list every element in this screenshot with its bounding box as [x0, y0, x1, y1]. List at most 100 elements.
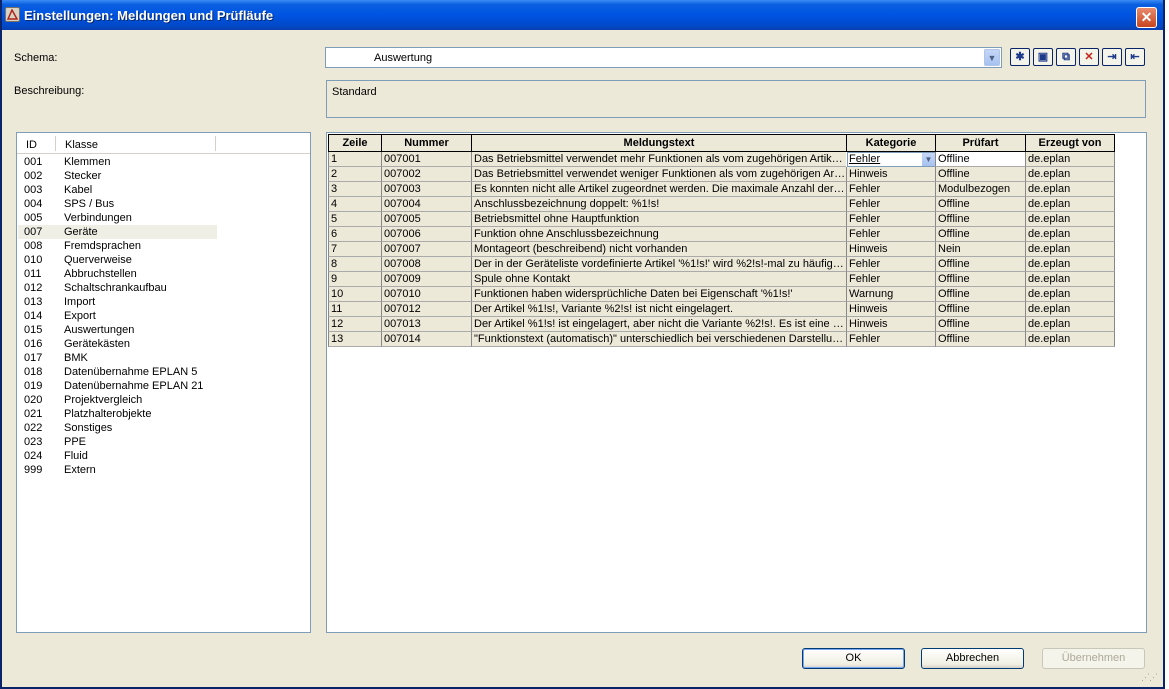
close-button[interactable]: ✕ — [1136, 7, 1157, 28]
cell-erzeugt-von[interactable]: de.eplan — [1025, 272, 1115, 287]
column-header-meldungstext[interactable]: Meldungstext — [471, 134, 846, 152]
class-list-item[interactable]: 023 PPE — [18, 435, 217, 449]
chevron-down-icon[interactable]: ▼ — [922, 153, 935, 166]
class-list-item[interactable]: 010 Querverweise — [18, 253, 217, 267]
class-list-item[interactable]: 001 Klemmen — [18, 155, 217, 169]
cell-pruefart[interactable]: Modulbezogen — [935, 182, 1025, 197]
class-list-item[interactable]: 007 Geräte — [18, 225, 217, 239]
class-list-item[interactable]: 016 Gerätekästen — [18, 337, 217, 351]
cell-erzeugt-von[interactable]: de.eplan — [1025, 257, 1115, 272]
column-header-zeile[interactable]: Zeile — [328, 134, 381, 152]
cell-erzeugt-von[interactable]: de.eplan — [1025, 212, 1115, 227]
cell-zeile[interactable]: 12 — [328, 317, 381, 332]
cell-pruefart[interactable]: Offline — [935, 332, 1025, 347]
cell-zeile[interactable]: 9 — [328, 272, 381, 287]
class-list-item[interactable]: 002 Stecker — [18, 169, 217, 183]
class-list-item[interactable]: 019 Datenübernahme EPLAN 21 — [18, 379, 217, 393]
class-list-item[interactable]: 015 Auswertungen — [18, 323, 217, 337]
chevron-down-icon[interactable]: ▼ — [984, 49, 1000, 66]
export-scheme-button[interactable]: ⇤ — [1125, 48, 1145, 66]
cell-meldungstext[interactable]: Es konnten nicht alle Artikel zugeordnet… — [471, 182, 846, 197]
cell-meldungstext[interactable]: Der Artikel %1!s! ist eingelagert, aber … — [471, 317, 846, 332]
cell-nummer[interactable]: 007007 — [381, 242, 471, 257]
table-row[interactable]: 13 007014 "Funktionstext (automatisch)" un… — [328, 332, 1116, 347]
cell-kategorie[interactable]: Fehler — [846, 227, 935, 242]
cell-nummer[interactable]: 007013 — [381, 317, 471, 332]
cell-zeile[interactable]: 4 — [328, 197, 381, 212]
cell-zeile[interactable]: 2 — [328, 167, 381, 182]
cell-zeile[interactable]: 10 — [328, 287, 381, 302]
class-list-item[interactable]: 014 Export — [18, 309, 217, 323]
cell-kategorie[interactable]: Hinweis — [846, 167, 935, 182]
cell-zeile[interactable]: 1 — [328, 152, 381, 167]
table-row[interactable]: 11 007012 Der Artikel %1!s!, Variante %2!s… — [328, 302, 1116, 317]
cell-erzeugt-von[interactable]: de.eplan — [1025, 227, 1115, 242]
cell-meldungstext[interactable]: "Funktionstext (automatisch)" unterschie… — [471, 332, 846, 347]
class-list-item[interactable]: 999 Extern — [18, 463, 217, 477]
import-scheme-button[interactable]: ⇥ — [1102, 48, 1122, 66]
cell-nummer[interactable]: 007002 — [381, 167, 471, 182]
table-row[interactable]: 12 007013 Der Artikel %1!s! ist eingelager… — [328, 317, 1116, 332]
cell-zeile[interactable]: 11 — [328, 302, 381, 317]
cell-pruefart[interactable]: Offline — [935, 227, 1025, 242]
cell-erzeugt-von[interactable]: de.eplan — [1025, 182, 1115, 197]
table-row[interactable]: 7 007007 Montageort (beschreibend) nicht v… — [328, 242, 1116, 257]
ok-button[interactable]: OK — [802, 648, 905, 669]
cell-zeile[interactable]: 13 — [328, 332, 381, 347]
cell-meldungstext[interactable]: Der in der Geräteliste vordefinierte Art… — [471, 257, 846, 272]
column-header-pruefart[interactable]: Prüfart — [935, 134, 1025, 152]
resize-grip-icon[interactable]: ⋰⋰ — [1141, 672, 1158, 683]
table-row[interactable]: 10 007010 Funktionen haben widersprüchlich… — [328, 287, 1116, 302]
table-row[interactable]: 6 007006 Funktion ohne Anschlussbezeichnun… — [328, 227, 1116, 242]
class-list-item[interactable]: 022 Sonstiges — [18, 421, 217, 435]
table-row[interactable]: 9 007009 Spule ohne Kontakt Fehler Offline de… — [328, 272, 1116, 287]
cell-pruefart[interactable]: Offline — [935, 152, 1025, 167]
cell-nummer[interactable]: 007001 — [381, 152, 471, 167]
class-list-item[interactable]: 017 BMK — [18, 351, 217, 365]
cell-pruefart[interactable]: Offline — [935, 317, 1025, 332]
copy-scheme-button[interactable]: ⧉ — [1056, 48, 1076, 66]
cell-meldungstext[interactable]: Anschlussbezeichnung doppelt: %1!s! — [471, 197, 846, 212]
cell-nummer[interactable]: 007008 — [381, 257, 471, 272]
header-id[interactable]: ID — [26, 139, 37, 151]
cell-pruefart[interactable]: Offline — [935, 167, 1025, 182]
class-list-item[interactable]: 021 Platzhalterobjekte — [18, 407, 217, 421]
cell-erzeugt-von[interactable]: de.eplan — [1025, 317, 1115, 332]
cell-meldungstext[interactable]: Der Artikel %1!s!, Variante %2!s! ist ni… — [471, 302, 846, 317]
cell-nummer[interactable]: 007005 — [381, 212, 471, 227]
class-list-item[interactable]: 003 Kabel — [18, 183, 217, 197]
cell-kategorie[interactable]: Fehler — [846, 332, 935, 347]
cell-zeile[interactable]: 7 — [328, 242, 381, 257]
cell-nummer[interactable]: 007006 — [381, 227, 471, 242]
cell-erzeugt-von[interactable]: de.eplan — [1025, 332, 1115, 347]
table-row[interactable]: 8 007008 Der in der Geräteliste vordefinie… — [328, 257, 1116, 272]
cell-kategorie[interactable]: Fehler — [846, 212, 935, 227]
cell-nummer[interactable]: 007004 — [381, 197, 471, 212]
cell-zeile[interactable]: 5 — [328, 212, 381, 227]
class-list-item[interactable]: 024 Fluid — [18, 449, 217, 463]
new-scheme-button[interactable]: ✱ — [1010, 48, 1030, 66]
table-row[interactable]: 3 007003 Es konnten nicht alle Artikel zug… — [328, 182, 1116, 197]
cell-nummer[interactable]: 007003 — [381, 182, 471, 197]
cell-meldungstext[interactable]: Funktion ohne Anschlussbezeichnung — [471, 227, 846, 242]
cell-kategorie[interactable]: Fehler — [846, 182, 935, 197]
save-scheme-button[interactable]: ▣ — [1033, 48, 1053, 66]
cell-meldungstext[interactable]: Das Betriebsmittel verwendet mehr Funkti… — [471, 152, 846, 167]
cell-nummer[interactable]: 007012 — [381, 302, 471, 317]
class-list-item[interactable]: 020 Projektvergleich — [18, 393, 217, 407]
cell-pruefart[interactable]: Offline — [935, 302, 1025, 317]
schema-select[interactable]: Auswertung ▼ — [325, 47, 1002, 68]
class-list[interactable]: ID Klasse 001 Klemmen 002 Stecker 003 Kabel 00… — [16, 132, 311, 633]
cell-kategorie[interactable]: Fehler — [846, 272, 935, 287]
cell-nummer[interactable]: 007009 — [381, 272, 471, 287]
cell-meldungstext[interactable]: Spule ohne Kontakt — [471, 272, 846, 287]
cell-pruefart[interactable]: Nein — [935, 242, 1025, 257]
messages-table[interactable]: Zeile Nummer Meldungstext Kategorie Prüfart E… — [326, 132, 1147, 633]
cell-meldungstext[interactable]: Das Betriebsmittel verwendet weniger Fun… — [471, 167, 846, 182]
cell-kategorie[interactable]: Fehler — [846, 257, 935, 272]
apply-button[interactable]: Übernehmen — [1042, 648, 1145, 669]
cell-meldungstext[interactable]: Funktionen haben widersprüchliche Daten … — [471, 287, 846, 302]
cell-erzeugt-von[interactable]: de.eplan — [1025, 197, 1115, 212]
header-klasse[interactable]: Klasse — [65, 139, 98, 151]
cell-zeile[interactable]: 3 — [328, 182, 381, 197]
